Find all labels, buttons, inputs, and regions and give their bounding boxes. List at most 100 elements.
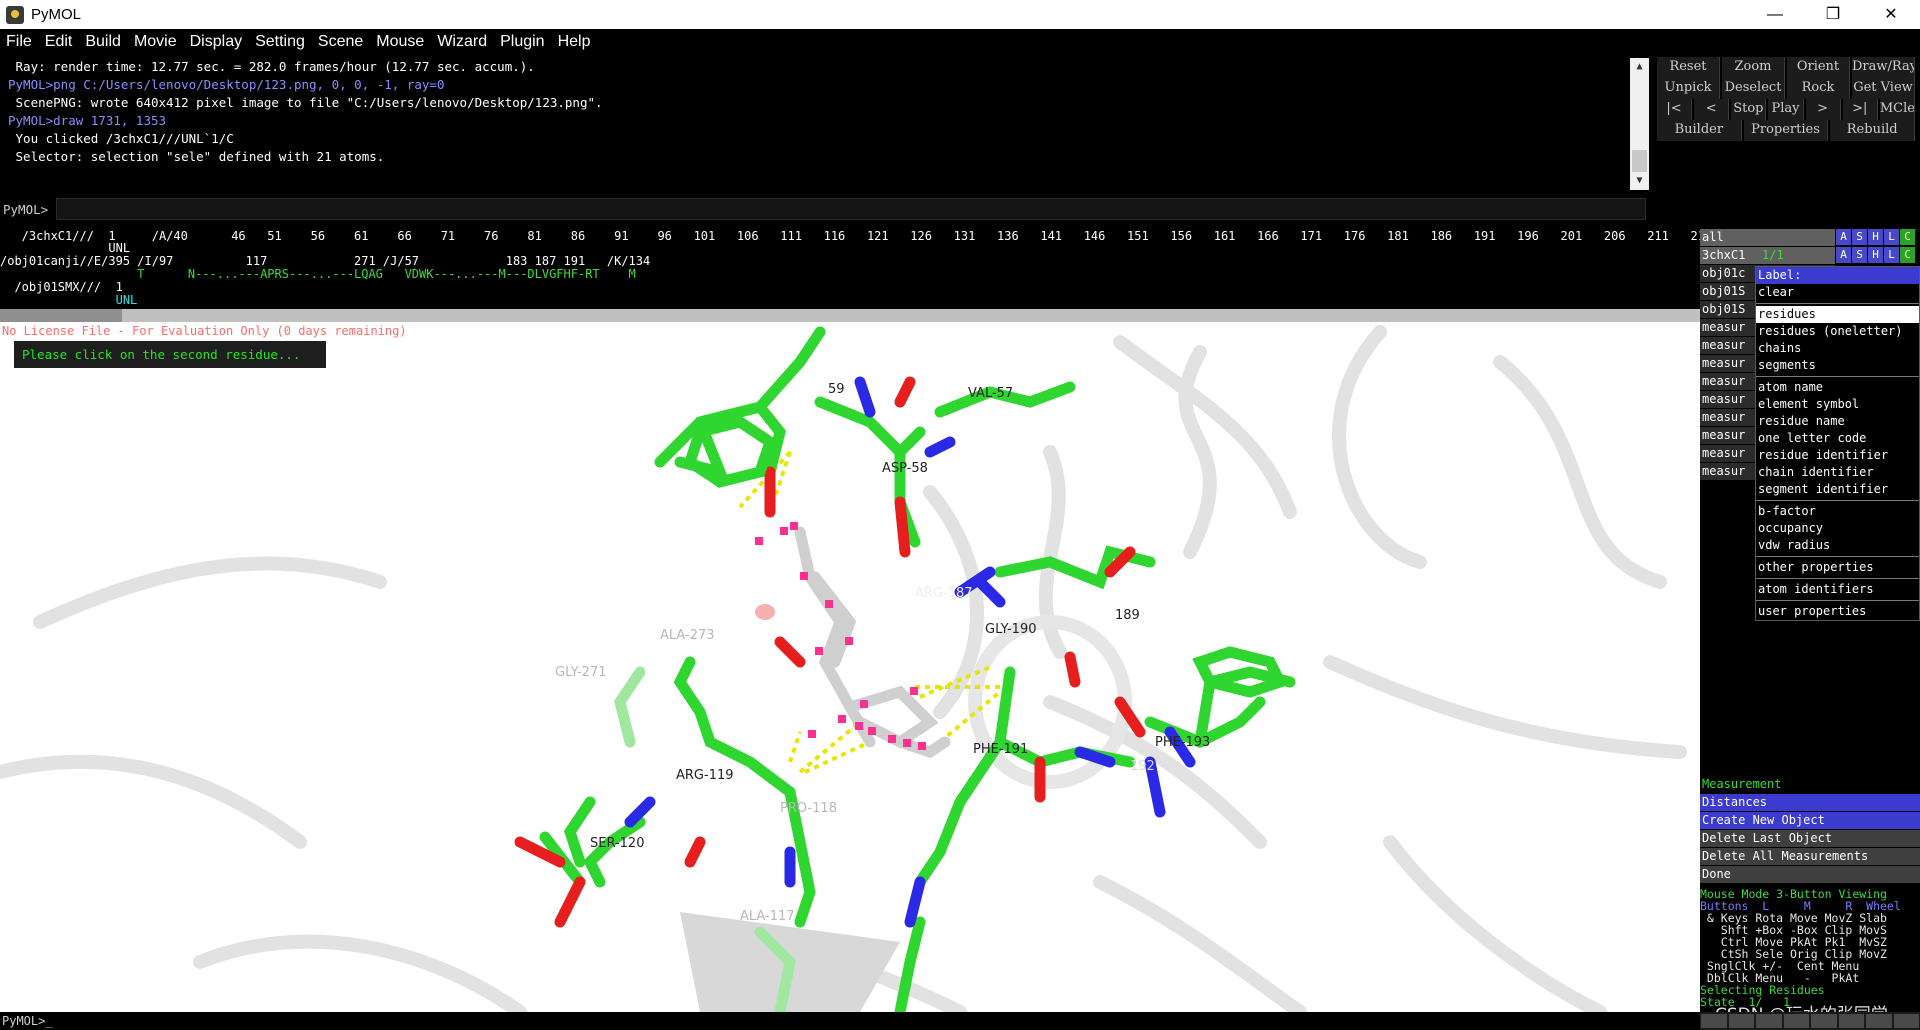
label-menu-item[interactable]: one letter code [1756, 430, 1919, 447]
fast-forward-icon[interactable] [1838, 1014, 1864, 1028]
play-icon[interactable] [1783, 1014, 1809, 1028]
scene-icon[interactable] [1866, 1014, 1892, 1028]
object-row[interactable]: 3chxC1 1/1 A S H L C [1700, 247, 1920, 264]
menu-mouse[interactable]: Mouse [376, 33, 424, 51]
label-menu-item[interactable]: element symbol [1756, 396, 1919, 413]
object-action-h-button[interactable]: H [1868, 229, 1883, 245]
label-menu-item[interactable]: b-factor [1756, 503, 1919, 520]
object-action-a-button[interactable]: A [1836, 229, 1851, 245]
label-menu-item[interactable]: clear [1756, 284, 1919, 301]
menu-edit[interactable]: Edit [45, 33, 73, 51]
next-frame-button[interactable]: > [1805, 99, 1841, 120]
object-name[interactable]: all [1700, 229, 1835, 246]
maximize-button[interactable]: ❐ [1804, 0, 1862, 29]
object-action-h-button[interactable]: H [1868, 247, 1883, 263]
create-new-object-button[interactable]: Create New Object [1700, 812, 1920, 830]
menu-movie[interactable]: Movie [134, 33, 177, 51]
object-action-c-button[interactable]: C [1900, 247, 1915, 263]
menu-file[interactable]: File [6, 33, 32, 51]
scroll-down-icon[interactable]: ▼ [1630, 172, 1649, 190]
stop-button[interactable]: Stop [1731, 99, 1767, 120]
done-button[interactable]: Done [1700, 866, 1920, 884]
scroll-thumb[interactable] [1632, 150, 1647, 172]
mclear-button[interactable]: MClear [1879, 99, 1915, 120]
play-button[interactable]: Play [1768, 99, 1804, 120]
sequence-obj01smx-residues[interactable]: UNL [0, 294, 138, 307]
reset-button[interactable]: Reset [1657, 57, 1720, 78]
label-gly-190: GLY-190 [985, 622, 1037, 637]
get-view-button[interactable]: Get View [1852, 78, 1915, 99]
label-phe-193: PHE-193 [1155, 735, 1210, 750]
object-action-c-button[interactable]: C [1900, 229, 1915, 245]
prev-frame-button[interactable]: < [1694, 99, 1730, 120]
delete-last-object-button[interactable]: Delete Last Object [1700, 830, 1920, 848]
builder-button[interactable]: Builder [1657, 120, 1742, 141]
menu-setting[interactable]: Setting [255, 33, 305, 51]
label-192: 192 [1130, 759, 1155, 774]
label-menu-item[interactable]: residues [1756, 306, 1919, 323]
label-menu-item[interactable]: segment identifier [1756, 481, 1919, 498]
delete-all-measurements-button[interactable]: Delete All Measurements [1700, 848, 1920, 866]
object-action-s-button[interactable]: S [1852, 247, 1867, 263]
molecule-render[interactable]: 59 VAL-57 ASP-58 ARG-187 GLY-190 189 ALA… [0, 322, 1700, 1012]
object-action-l-button[interactable]: L [1884, 229, 1899, 245]
object-action-s-button[interactable]: S [1852, 229, 1867, 245]
properties-button[interactable]: Properties [1743, 120, 1829, 141]
console-scrollbar[interactable]: ▲ ▼ [1630, 58, 1649, 190]
rewind-icon[interactable] [1701, 1014, 1727, 1028]
console-line: You clicked /3chxC1///UNL`1/C [8, 131, 234, 146]
label-menu-item[interactable]: occupancy [1756, 520, 1919, 537]
label-menu-item[interactable]: vdw radius [1756, 537, 1919, 554]
stop-icon[interactable] [1756, 1014, 1782, 1028]
menu-plugin[interactable]: Plugin [500, 33, 544, 51]
label-menu-item[interactable]: atom identifiers [1756, 581, 1919, 598]
distances-button[interactable]: Distances [1700, 794, 1920, 812]
step-forward-icon[interactable] [1811, 1014, 1837, 1028]
last-frame-button[interactable]: >| [1842, 99, 1878, 120]
command-input[interactable] [56, 198, 1646, 220]
close-button[interactable]: ✕ [1862, 0, 1920, 29]
object-action-l-button[interactable]: L [1884, 247, 1899, 263]
console-line: Selector: selection "sele" defined with … [8, 149, 385, 164]
object-action-a-button[interactable]: A [1836, 247, 1851, 263]
orient-button[interactable]: Orient [1787, 57, 1850, 78]
sequence-scrollbar[interactable] [0, 309, 1700, 322]
unpick-button[interactable]: Unpick [1657, 78, 1720, 99]
label-menu-item[interactable]: residue name [1756, 413, 1919, 430]
label-menu-item[interactable]: atom name [1756, 379, 1919, 396]
object-row[interactable]: all A S H L C [1700, 229, 1920, 246]
menu-scene[interactable]: Scene [318, 33, 363, 51]
label-menu-item[interactable]: chains [1756, 340, 1919, 357]
label-ala-273: ALA-273 [660, 628, 715, 643]
mouse-mode-help[interactable]: Mouse Mode 3-Button Viewing Buttons L M R… [1700, 888, 1920, 1012]
console-line: Ray: render time: 12.77 sec. = 282.0 fra… [8, 59, 535, 74]
rebuild-button[interactable]: Rebuild [1830, 120, 1916, 141]
window-controls: — ❐ ✕ [1746, 0, 1920, 29]
molecular-viewport[interactable]: 59 VAL-57 ASP-58 ARG-187 GLY-190 189 ALA… [0, 322, 1700, 1012]
label-menu-item[interactable]: chain identifier [1756, 464, 1919, 481]
label-menu-item[interactable]: user properties [1756, 603, 1919, 620]
deselect-button[interactable]: Deselect [1722, 78, 1785, 99]
sequence-scroll-thumb[interactable] [0, 309, 122, 322]
label-menu-item[interactable]: residue identifier [1756, 447, 1919, 464]
menu-build[interactable]: Build [85, 33, 121, 51]
label-menu-item[interactable]: other properties [1756, 559, 1919, 576]
first-frame-button[interactable]: |< [1657, 99, 1693, 120]
menu-wizard[interactable]: Wizard [437, 33, 487, 51]
label-ser-120: SER-120 [590, 836, 644, 851]
object-state: 1/1 [1762, 248, 1784, 262]
full-screen-icon[interactable] [1893, 1014, 1919, 1028]
menu-display[interactable]: Display [190, 33, 242, 51]
bottom-command-prompt[interactable]: PyMOL>_ [0, 1012, 1700, 1030]
label-context-menu: Label: clear residues residues (oneletter)… [1755, 266, 1920, 621]
rock-button[interactable]: Rock [1787, 78, 1850, 99]
sequence-viewer[interactable]: /3chxC1/// 1 /A/40 46 51 56 61 66 71 76 … [0, 228, 1799, 308]
menu-help[interactable]: Help [558, 33, 591, 51]
draw-ray-button[interactable]: Draw/Ray ▾ [1852, 57, 1915, 78]
label-menu-item[interactable]: residues (oneletter) [1756, 323, 1919, 340]
zoom-button[interactable]: Zoom [1722, 57, 1785, 78]
minimize-button[interactable]: — [1746, 0, 1804, 29]
label-menu-item[interactable]: segments [1756, 357, 1919, 374]
scroll-up-icon[interactable]: ▲ [1630, 58, 1649, 76]
step-back-icon[interactable] [1728, 1014, 1754, 1028]
